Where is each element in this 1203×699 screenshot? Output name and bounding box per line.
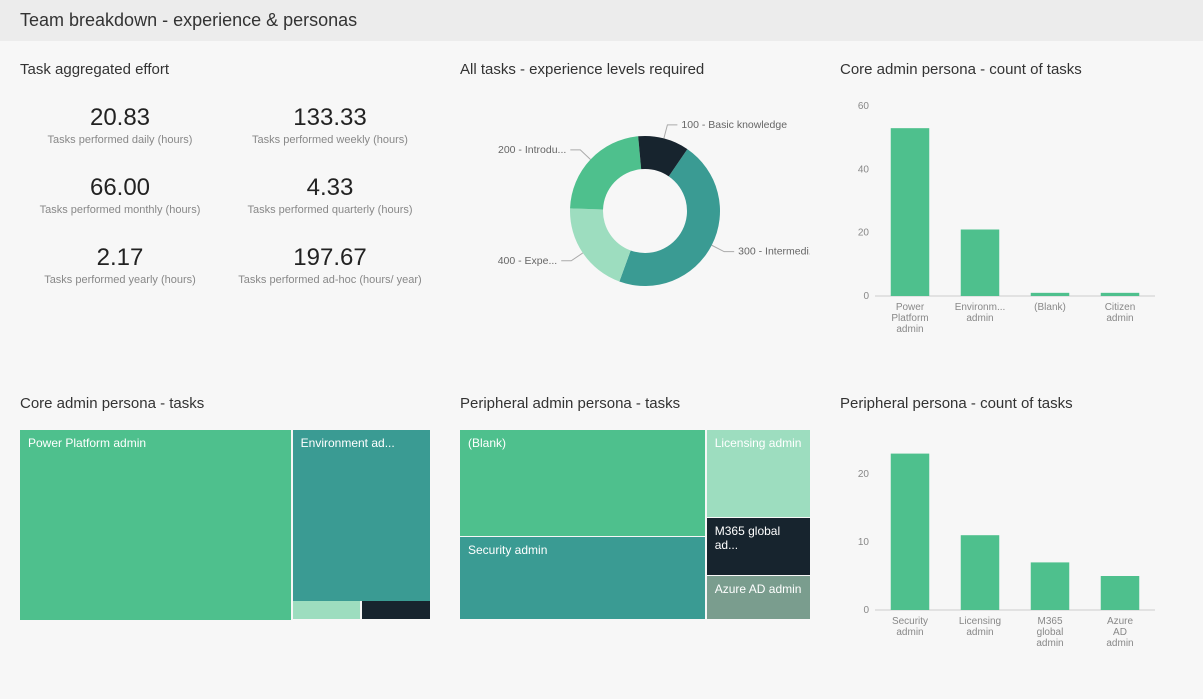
panel-title: Core admin persona - tasks xyxy=(20,395,430,412)
treemap-cell[interactable]: Power Platform admin xyxy=(20,430,291,620)
bar[interactable] xyxy=(891,128,930,296)
x-tick: Licensingadmin xyxy=(959,616,1001,638)
panel-core-count: Core admin persona - count of tasks 0 20 4… xyxy=(840,61,1183,355)
x-tick: Citizenadmin xyxy=(1105,302,1136,324)
donut-label: 100 - Basic knowledge xyxy=(681,119,787,131)
panel-peripheral-treemap: Peripheral admin persona - tasks (Blank)… xyxy=(460,395,810,689)
kpi-weekly: 133.33 Tasks performed weekly (hours) xyxy=(230,104,430,146)
kpi-value: 20.83 xyxy=(20,104,220,132)
y-tick: 20 xyxy=(858,469,870,480)
treemap-cell[interactable]: Security admin xyxy=(460,537,705,620)
kpi-label: Tasks performed ad-hoc (hours/ year) xyxy=(230,274,430,286)
donut-slice[interactable] xyxy=(570,208,631,281)
x-tick: Environm...admin xyxy=(955,302,1006,324)
treemap-cell[interactable]: Environment ad... xyxy=(293,430,430,601)
panel-task-effort: Task aggregated effort 20.83 Tasks perfo… xyxy=(20,61,430,355)
dashboard-grid: Task aggregated effort 20.83 Tasks perfo… xyxy=(0,41,1203,698)
bar[interactable] xyxy=(1031,562,1070,610)
panel-title: Task aggregated effort xyxy=(20,61,430,78)
donut-slice[interactable] xyxy=(570,136,641,209)
donut-chart[interactable]: 300 - Intermedi... 400 - Expe... 200 - Int… xyxy=(460,96,810,326)
bar[interactable] xyxy=(1101,576,1140,610)
bar[interactable] xyxy=(891,453,930,609)
kpi-value: 66.00 xyxy=(20,174,220,202)
donut-label: 200 - Introdu... xyxy=(498,144,566,156)
treemap-cell[interactable] xyxy=(362,601,430,619)
kpi-label: Tasks performed quarterly (hours) xyxy=(230,204,430,216)
bar[interactable] xyxy=(961,535,1000,610)
kpi-monthly: 66.00 Tasks performed monthly (hours) xyxy=(20,174,220,216)
x-tick: Securityadmin xyxy=(892,616,928,638)
x-tick: (Blank) xyxy=(1034,302,1066,313)
y-tick: 10 xyxy=(858,537,870,548)
y-tick: 20 xyxy=(858,228,870,239)
x-tick: PowerPlatformadmin xyxy=(891,302,928,335)
kpi-grid: 20.83 Tasks performed daily (hours) 133.… xyxy=(20,96,430,286)
x-tick: M365globaladmin xyxy=(1036,616,1063,649)
y-tick: 40 xyxy=(858,164,870,175)
kpi-value: 4.33 xyxy=(230,174,430,202)
core-treemap[interactable]: Power Platform adminEnvironment ad... xyxy=(20,430,430,620)
kpi-label: Tasks performed weekly (hours) xyxy=(230,134,430,146)
bar[interactable] xyxy=(1031,293,1070,296)
panel-title: Core admin persona - count of tasks xyxy=(840,61,1183,78)
page-title: Team breakdown - experience & personas xyxy=(0,0,1203,41)
panel-title: All tasks - experience levels required xyxy=(460,61,810,78)
y-tick: 0 xyxy=(863,291,869,302)
kpi-label: Tasks performed daily (hours) xyxy=(20,134,220,146)
donut-label: 400 - Expe... xyxy=(498,255,558,267)
bar[interactable] xyxy=(961,230,1000,297)
peripheral-count-bar-chart[interactable]: 0 10 20 Securityadmin Licensingadmin M365glob… xyxy=(840,430,1160,660)
panel-title: Peripheral persona - count of tasks xyxy=(840,395,1183,412)
treemap-cell[interactable] xyxy=(293,601,361,619)
peripheral-treemap[interactable]: (Blank)Security adminLicensing adminM365… xyxy=(460,430,810,620)
kpi-label: Tasks performed monthly (hours) xyxy=(20,204,220,216)
kpi-yearly: 2.17 Tasks performed yearly (hours) xyxy=(20,244,220,286)
y-tick: 0 xyxy=(863,605,869,616)
panel-title: Peripheral admin persona - tasks xyxy=(460,395,810,412)
kpi-quarterly: 4.33 Tasks performed quarterly (hours) xyxy=(230,174,430,216)
kpi-daily: 20.83 Tasks performed daily (hours) xyxy=(20,104,220,146)
kpi-value: 197.67 xyxy=(230,244,430,272)
y-tick: 60 xyxy=(858,101,870,112)
bar[interactable] xyxy=(1101,293,1140,296)
kpi-adhoc: 197.67 Tasks performed ad-hoc (hours/ ye… xyxy=(230,244,430,286)
kpi-value: 133.33 xyxy=(230,104,430,132)
panel-experience-donut: All tasks - experience levels required 3… xyxy=(460,61,810,355)
core-count-bar-chart[interactable]: 0 20 40 60 PowerPlatformadmin Environm...admi… xyxy=(840,96,1160,346)
treemap-cell[interactable]: Azure AD admin xyxy=(707,576,810,620)
panel-peripheral-count: Peripheral persona - count of tasks 0 10 2… xyxy=(840,395,1183,689)
treemap-cell[interactable]: M365 global ad... xyxy=(707,518,810,575)
kpi-value: 2.17 xyxy=(20,244,220,272)
kpi-label: Tasks performed yearly (hours) xyxy=(20,274,220,286)
panel-core-treemap: Core admin persona - tasks Power Platfor… xyxy=(20,395,430,689)
treemap-cell[interactable]: (Blank) xyxy=(460,430,705,536)
x-tick: AzureADadmin xyxy=(1106,616,1133,649)
treemap-cell[interactable]: Licensing admin xyxy=(707,430,810,517)
donut-label: 300 - Intermedi... xyxy=(738,246,810,258)
